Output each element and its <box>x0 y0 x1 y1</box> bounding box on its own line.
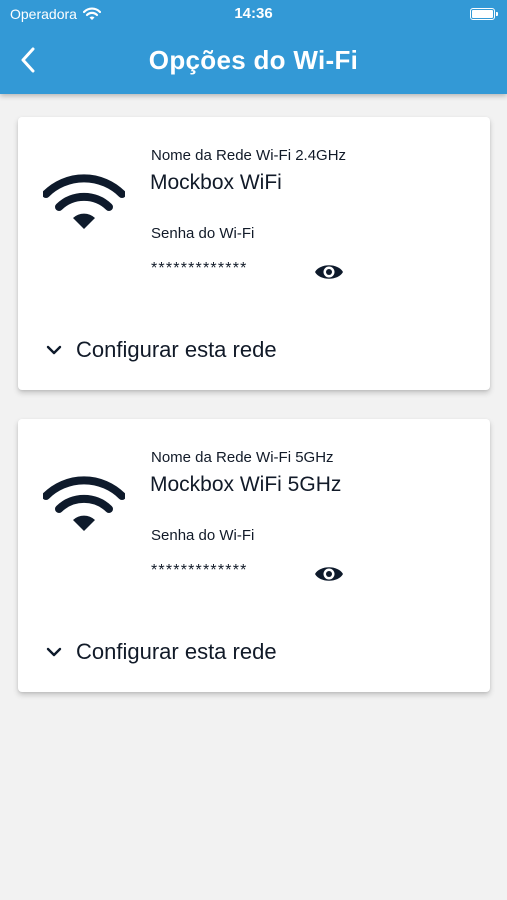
password-value: ************* <box>151 562 248 579</box>
battery-icon <box>470 8 498 20</box>
wifi-icon <box>43 476 125 531</box>
header: Operadora 14:36 Opções do Wi-Fi <box>0 0 507 94</box>
network-label: Nome da Rede Wi-Fi 5GHz <box>151 449 334 466</box>
network-name: Mockbox WiFi <box>150 171 282 194</box>
configure-network-toggle[interactable]: Configurar esta rede <box>46 637 277 667</box>
password-value: ************* <box>151 260 248 277</box>
status-bar: Operadora 14:36 <box>0 0 507 28</box>
app: Operadora 14:36 Opções do Wi-Fi Nome da … <box>0 0 507 900</box>
network-label: Nome da Rede Wi-Fi 2.4GHz <box>151 147 347 164</box>
eye-icon[interactable] <box>314 261 344 283</box>
chevron-down-icon <box>46 345 62 355</box>
configure-label: Configurar esta rede <box>76 639 277 664</box>
password-label: Senha do Wi-Fi <box>151 527 255 544</box>
configure-label: Configurar esta rede <box>76 337 277 362</box>
configure-network-toggle[interactable]: Configurar esta rede <box>46 335 277 365</box>
network-name: Mockbox WiFi 5GHz <box>150 473 342 496</box>
status-time: 14:36 <box>234 5 273 22</box>
chevron-down-icon <box>46 647 62 657</box>
battery-level <box>472 10 493 18</box>
eye-icon[interactable] <box>314 563 344 585</box>
wifi-icon <box>43 174 125 229</box>
network-card-2ghz: Nome da Rede Wi-Fi 2.4GHz Mockbox WiFi S… <box>18 117 490 390</box>
network-card-5ghz: Nome da Rede Wi-Fi 5GHz Mockbox WiFi 5GH… <box>18 419 490 692</box>
page-title: Opções do Wi-Fi <box>148 45 359 75</box>
password-label: Senha do Wi-Fi <box>151 225 255 242</box>
nav-bar: Opções do Wi-Fi <box>0 28 507 94</box>
